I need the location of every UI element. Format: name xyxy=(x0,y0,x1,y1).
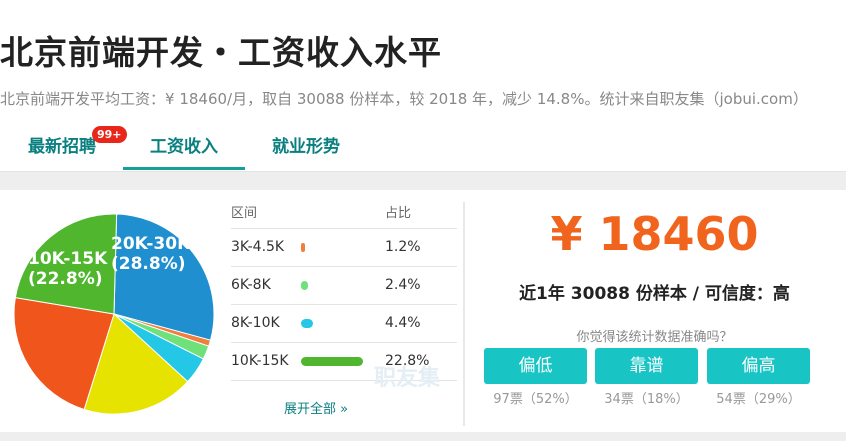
tab-employment[interactable]: 就业形势 xyxy=(252,124,360,170)
vertical-divider xyxy=(463,202,465,426)
salary-distribution-table: 区间 占比 3K-4.5K 1.2% 6K-8K 2.4% 8K-10K 4.4… xyxy=(231,200,457,381)
vote-low-count: 97票（52%） xyxy=(493,392,578,407)
table-header: 区间 占比 xyxy=(231,200,457,229)
tab-badge: 99+ xyxy=(92,126,127,143)
average-salary: ¥ 18460 xyxy=(550,207,759,261)
row-ratio: 4.4% xyxy=(385,315,421,331)
vote-reliable-count: 34票（18%） xyxy=(604,392,689,407)
table-row: 3K-4.5K 1.2% xyxy=(231,229,457,267)
page-title: 北京前端开发・工资收入水平 xyxy=(0,33,442,72)
row-bar xyxy=(301,281,308,290)
vote-high-button[interactable]: 偏高 xyxy=(707,348,810,384)
table-row: 6K-8K 2.4% xyxy=(231,267,457,305)
pie-label-20k-30k: 20K-30K (28.8%) xyxy=(111,234,191,274)
vote-high-count: 54票（29%） xyxy=(716,392,801,407)
row-bar xyxy=(301,357,363,366)
table-row: 8K-10K 4.4% xyxy=(231,305,457,343)
row-range: 8K-10K xyxy=(231,315,280,331)
row-range: 10K-15K xyxy=(231,353,289,369)
row-bar xyxy=(301,243,305,252)
sample-info: 近1年 30088 份样本 / 可信度：高 xyxy=(519,284,790,304)
bottom-band xyxy=(0,432,846,441)
header-range: 区间 xyxy=(231,206,258,221)
accuracy-question: 你觉得该统计数据准确吗？ xyxy=(576,330,733,345)
tab-salary[interactable]: 工资收入 xyxy=(123,124,245,170)
pie-label-10k-15k: 10K-15K (22.8%) xyxy=(28,249,108,289)
vote-low-button[interactable]: 偏低 xyxy=(484,348,587,384)
header-ratio: 占比 xyxy=(385,206,412,221)
row-range: 3K-4.5K xyxy=(231,239,285,255)
vote-reliable-button[interactable]: 靠谱 xyxy=(595,348,698,384)
row-range: 6K-8K xyxy=(231,277,271,293)
tab-bar: 最新招聘 工资收入 就业形势 xyxy=(0,124,846,172)
row-ratio: 2.4% xyxy=(385,277,421,293)
row-bar xyxy=(301,319,313,328)
row-ratio: 1.2% xyxy=(385,239,421,255)
expand-all-link[interactable]: 展开全部 » xyxy=(284,398,348,417)
watermark: 职友集 xyxy=(374,366,441,391)
page-subtitle: 北京前端开发平均工资：¥ 18460/月，取自 30088 份样本，较 2018… xyxy=(0,90,808,108)
salary-pie-chart xyxy=(13,213,215,415)
section-separator xyxy=(0,172,846,190)
